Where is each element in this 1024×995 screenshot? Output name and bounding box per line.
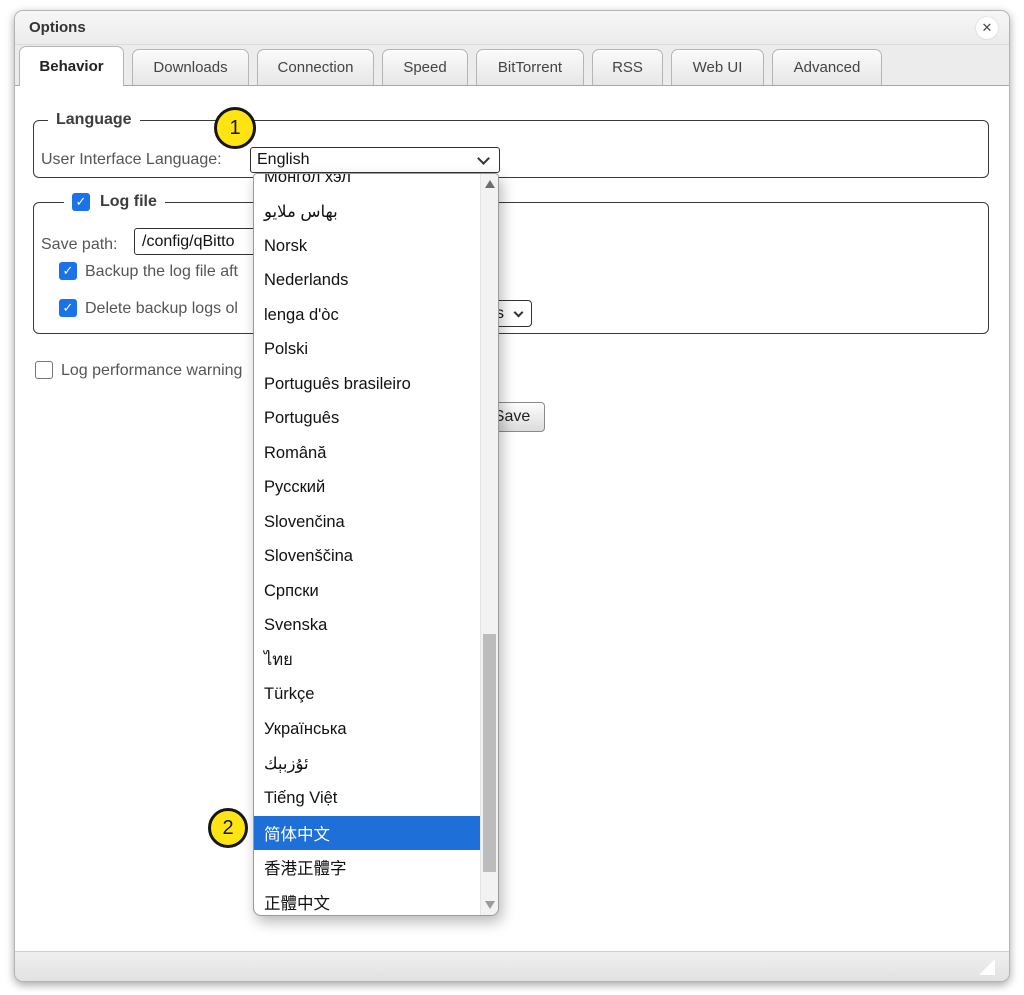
tab-label: Behavior: [39, 58, 103, 75]
backup-log-label: Backup the log file aft: [85, 263, 238, 281]
tab-rss[interactable]: RSS: [592, 49, 663, 85]
step-number: 1: [229, 117, 240, 140]
step-annotation-2: 2: [208, 808, 248, 848]
dropdown-option[interactable]: بهاس ملايو: [254, 195, 480, 230]
performance-warning-checkbox[interactable]: [35, 361, 53, 379]
dropdown-option[interactable]: Svenska: [254, 609, 480, 644]
backup-log-checkbox[interactable]: ✓: [59, 262, 77, 280]
dropdown-option[interactable]: Polski: [254, 333, 480, 368]
tab-behavior[interactable]: Behavior: [19, 46, 124, 86]
dropdown-option[interactable]: Nederlands: [254, 264, 480, 299]
log-file-legend: Log file: [100, 193, 157, 211]
tab-label: RSS: [612, 59, 643, 76]
step-annotation-1: 1: [214, 107, 256, 149]
title-bar: Options ✕: [15, 11, 1009, 45]
delete-backup-label: Delete backup logs ol: [85, 300, 238, 318]
dropdown-option[interactable]: Türkçe: [254, 678, 480, 713]
scrollbar-thumb[interactable]: [483, 634, 496, 872]
tab-speed[interactable]: Speed: [382, 49, 468, 85]
tab-label: Connection: [278, 59, 354, 76]
tab-bittorrent[interactable]: BitTorrent: [476, 49, 584, 85]
scroll-down-icon[interactable]: [485, 901, 495, 909]
language-legend: Language: [56, 111, 132, 129]
tab-strip: Behavior Downloads Connection Speed BitT…: [15, 45, 1009, 86]
options-dialog: Options ✕ Behavior Downloads Connection …: [14, 10, 1010, 982]
tab-label: Web UI: [693, 59, 743, 76]
delete-backup-checkbox[interactable]: ✓: [59, 299, 77, 317]
dropdown-option[interactable]: Српски: [254, 574, 480, 609]
check-icon: ✓: [63, 263, 74, 279]
scroll-up-icon[interactable]: [485, 180, 495, 188]
dropdown-option[interactable]: ไทย: [254, 643, 480, 678]
close-icon[interactable]: ✕: [976, 17, 998, 39]
step-number: 2: [222, 817, 233, 840]
tab-connection[interactable]: Connection: [257, 49, 374, 85]
save-path-value: /config/qBitto: [142, 233, 235, 251]
dialog-title: Options: [29, 19, 86, 36]
dropdown-scrollbar[interactable]: [480, 174, 498, 915]
tab-label: Speed: [403, 59, 446, 76]
log-file-checkbox[interactable]: ✓: [72, 193, 90, 211]
ui-language-select[interactable]: English: [250, 147, 500, 173]
ui-language-label: User Interface Language:: [41, 148, 222, 172]
dropdown-option[interactable]: lenga d'òc: [254, 298, 480, 333]
dropdown-option[interactable]: 简体中文: [254, 816, 480, 851]
check-icon: ✓: [63, 300, 74, 316]
dropdown-option[interactable]: Slovenčina: [254, 505, 480, 540]
dropdown-option[interactable]: Slovenščina: [254, 540, 480, 575]
dropdown-option[interactable]: Norsk: [254, 229, 480, 264]
dropdown-option[interactable]: Tiếng Việt: [254, 781, 480, 816]
tab-webui[interactable]: Web UI: [671, 49, 764, 85]
save-path-label: Save path:: [41, 233, 118, 257]
resize-handle-icon[interactable]: [979, 959, 995, 975]
tab-advanced[interactable]: Advanced: [772, 49, 882, 85]
dropdown-list: Монгол хэлبهاس ملايوNorskNederlandslenga…: [254, 173, 480, 916]
tab-downloads[interactable]: Downloads: [132, 49, 249, 85]
dropdown-option[interactable]: Português: [254, 402, 480, 437]
dropdown-option[interactable]: Română: [254, 436, 480, 471]
check-icon: ✓: [76, 194, 87, 210]
dropdown-option[interactable]: ئۇزبېك: [254, 747, 480, 782]
tab-label: Advanced: [794, 59, 861, 76]
ui-language-value: English: [257, 151, 309, 169]
dropdown-option[interactable]: 正體中文: [254, 885, 480, 917]
dropdown-option[interactable]: 香港正體字: [254, 850, 480, 885]
dropdown-option[interactable]: Українська: [254, 712, 480, 747]
language-dropdown: Монгол хэлبهاس ملايوNorskNederlandslenga…: [253, 173, 499, 916]
save-button-label: Save: [494, 408, 530, 426]
tab-label: Downloads: [153, 59, 227, 76]
dropdown-option[interactable]: Português brasileiro: [254, 367, 480, 402]
dropdown-option[interactable]: Монгол хэл: [254, 173, 480, 195]
performance-warning-label: Log performance warning: [61, 362, 242, 380]
chevron-down-icon: [514, 308, 524, 318]
status-bar: [15, 951, 1009, 981]
chevron-down-icon: [477, 152, 490, 165]
dropdown-option[interactable]: Русский: [254, 471, 480, 506]
tab-label: BitTorrent: [498, 59, 562, 76]
